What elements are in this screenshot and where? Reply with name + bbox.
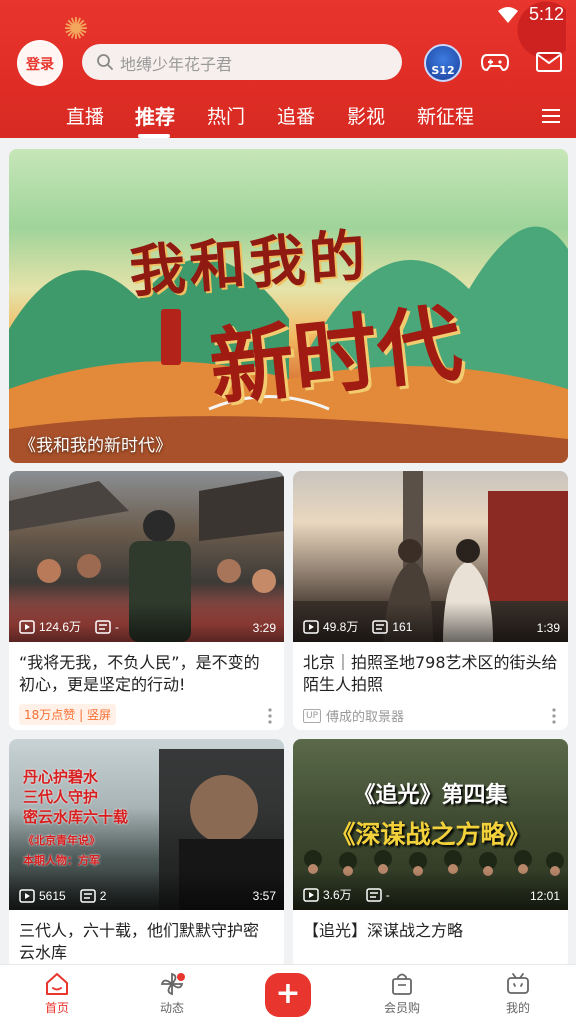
video-title: 北京｜拍照圣地798艺术区的街头给陌生人拍照 <box>303 653 558 694</box>
danmaku-icon <box>365 887 382 902</box>
nav-member-shop-label: 会员购 <box>383 1001 420 1015</box>
video-duration: 12:01 <box>529 889 560 903</box>
header: ✺ 5:12 登录 地缚少年花子君 S12 直播 推荐 热门 追番 影视 新征程 <box>0 0 576 138</box>
nav-member-shop[interactable]: 会员购 <box>372 971 432 1016</box>
uploader[interactable]: UP 傅成的取景器 <box>303 706 404 725</box>
login-button[interactable]: 登录 <box>17 40 63 86</box>
nav-dynamic[interactable]: 动态 <box>142 971 202 1016</box>
status-bar: 5:12 <box>0 0 576 32</box>
video-duration: 3:57 <box>252 889 276 903</box>
danmaku-count: 2 <box>99 889 107 903</box>
card-footer: 18万点赞 | 竖屏 <box>9 700 284 730</box>
play-count-icon <box>303 887 319 902</box>
views-text: 5615 <box>39 889 66 903</box>
video-thumbnail: 49.8万 161 1:39 <box>293 471 568 642</box>
video-card[interactable]: 《追光》第四集 《深谋战之方略》 3.6万 - 12:01 【追光】深谋战之方略 <box>293 739 568 968</box>
play-count-icon <box>19 619 35 634</box>
tab-movies[interactable]: 影视 <box>347 102 385 129</box>
menu-icon[interactable] <box>542 108 560 124</box>
video-title: “我将无我，不负人民”，是不变的初心，更是坚定的行动! <box>19 653 260 694</box>
banner-caption: 《我和我的新时代》 <box>19 436 172 456</box>
play-count-icon <box>303 619 319 634</box>
thumb-overlay-text: 丹心护碧水 三代人守护 密云水库六十载 《北京青年说》 本期人物：方军 <box>23 768 129 867</box>
tab-recommend[interactable]: 推荐 <box>135 101 175 130</box>
view-count: 124.6万 - <box>19 618 119 635</box>
publish-button[interactable]: + <box>265 973 311 1017</box>
bottom-nav: 首页 动态 + 会员购 我的 <box>0 964 576 1024</box>
video-thumbnail: 《追光》第四集 《深谋战之方略》 3.6万 - 12:01 <box>293 739 568 910</box>
app-root: ✺ 5:12 登录 地缚少年花子君 S12 直播 推荐 热门 追番 影视 新征程… <box>0 0 576 1024</box>
notification-dot <box>177 973 185 981</box>
view-count: 49.8万 161 <box>303 618 412 635</box>
card-footer: UP 傅成的取景器 <box>293 700 568 730</box>
video-card[interactable]: 124.6万 - 3:29 “我将无我，不负人民”，是不变的初心，更是坚定的行动… <box>9 471 284 730</box>
status-time: 5:12 <box>528 4 564 24</box>
feed: 我和我的 新时代 《我和我的新时代》 124.6万 - 3:29 “我将无我，不… <box>0 138 576 968</box>
wifi-icon <box>498 7 518 23</box>
s12-event-icon[interactable]: S12 <box>424 44 462 82</box>
nav-dynamic-label: 动态 <box>159 1001 184 1015</box>
thumb-overlay-subtitle: 《深谋战之方略》 <box>330 820 531 849</box>
danmaku-icon <box>79 889 96 903</box>
plus-icon: + <box>275 976 301 1011</box>
search-icon <box>97 54 113 70</box>
danmaku-count: 161 <box>392 619 413 634</box>
video-title: 三代人，六十载，他们默默守护密云水库 <box>19 921 260 962</box>
up-badge: UP <box>303 708 322 723</box>
video-duration: 1:39 <box>536 621 560 635</box>
view-count: 3.6万 - <box>303 886 390 903</box>
mail-icon[interactable] <box>536 51 562 73</box>
views-text: 3.6万 <box>323 888 352 902</box>
view-count: 5615 2 <box>19 889 106 903</box>
banner-seal <box>161 309 181 365</box>
thumb-overlay-title: 《追光》第四集 <box>353 783 508 808</box>
danmaku-count: - <box>115 619 120 634</box>
like-tag: 18万点赞 | 竖屏 <box>19 704 116 725</box>
video-title: 【追光】深谋战之方略 <box>303 921 464 940</box>
tab-new-journey[interactable]: 新征程 <box>417 102 474 129</box>
danmaku-icon <box>95 619 111 634</box>
play-count-icon <box>19 889 35 903</box>
tab-hot[interactable]: 热门 <box>207 102 245 129</box>
search-input[interactable]: 地缚少年花子君 <box>82 44 402 80</box>
game-controller-icon[interactable] <box>481 50 509 74</box>
tab-anime[interactable]: 追番 <box>277 102 315 129</box>
video-thumbnail: 丹心护碧水 三代人守护 密云水库六十载 《北京青年说》 本期人物：方军 5615… <box>9 739 284 910</box>
views-text: 124.6万 <box>39 620 82 634</box>
home-icon <box>46 973 68 995</box>
nav-mine[interactable]: 我的 <box>488 971 548 1016</box>
nav-mine-label: 我的 <box>505 1001 530 1015</box>
category-tabs: 直播 推荐 热门 追番 影视 新征程 <box>0 96 576 138</box>
uploader-name: 傅成的取景器 <box>326 710 405 725</box>
danmaku-icon <box>372 619 389 634</box>
danmaku-count: - <box>385 887 390 902</box>
tab-live[interactable]: 直播 <box>66 102 104 129</box>
video-duration: 3:29 <box>252 621 276 635</box>
more-options-icon[interactable] <box>552 708 556 724</box>
video-card[interactable]: 49.8万 161 1:39 北京｜拍照圣地798艺术区的街头给陌生人拍照 UP… <box>293 471 568 730</box>
more-options-icon[interactable] <box>268 708 272 724</box>
shopping-bag-icon <box>392 973 412 995</box>
views-text: 49.8万 <box>323 620 359 634</box>
video-thumbnail: 124.6万 - 3:29 <box>9 471 284 642</box>
nav-home-label: 首页 <box>44 1001 69 1015</box>
banner[interactable]: 我和我的 新时代 《我和我的新时代》 <box>9 149 568 463</box>
tv-icon <box>507 973 529 994</box>
search-placeholder: 地缚少年花子君 <box>120 55 233 74</box>
video-card[interactable]: 丹心护碧水 三代人守护 密云水库六十载 《北京青年说》 本期人物：方军 5615… <box>9 739 284 968</box>
nav-home[interactable]: 首页 <box>27 971 87 1016</box>
